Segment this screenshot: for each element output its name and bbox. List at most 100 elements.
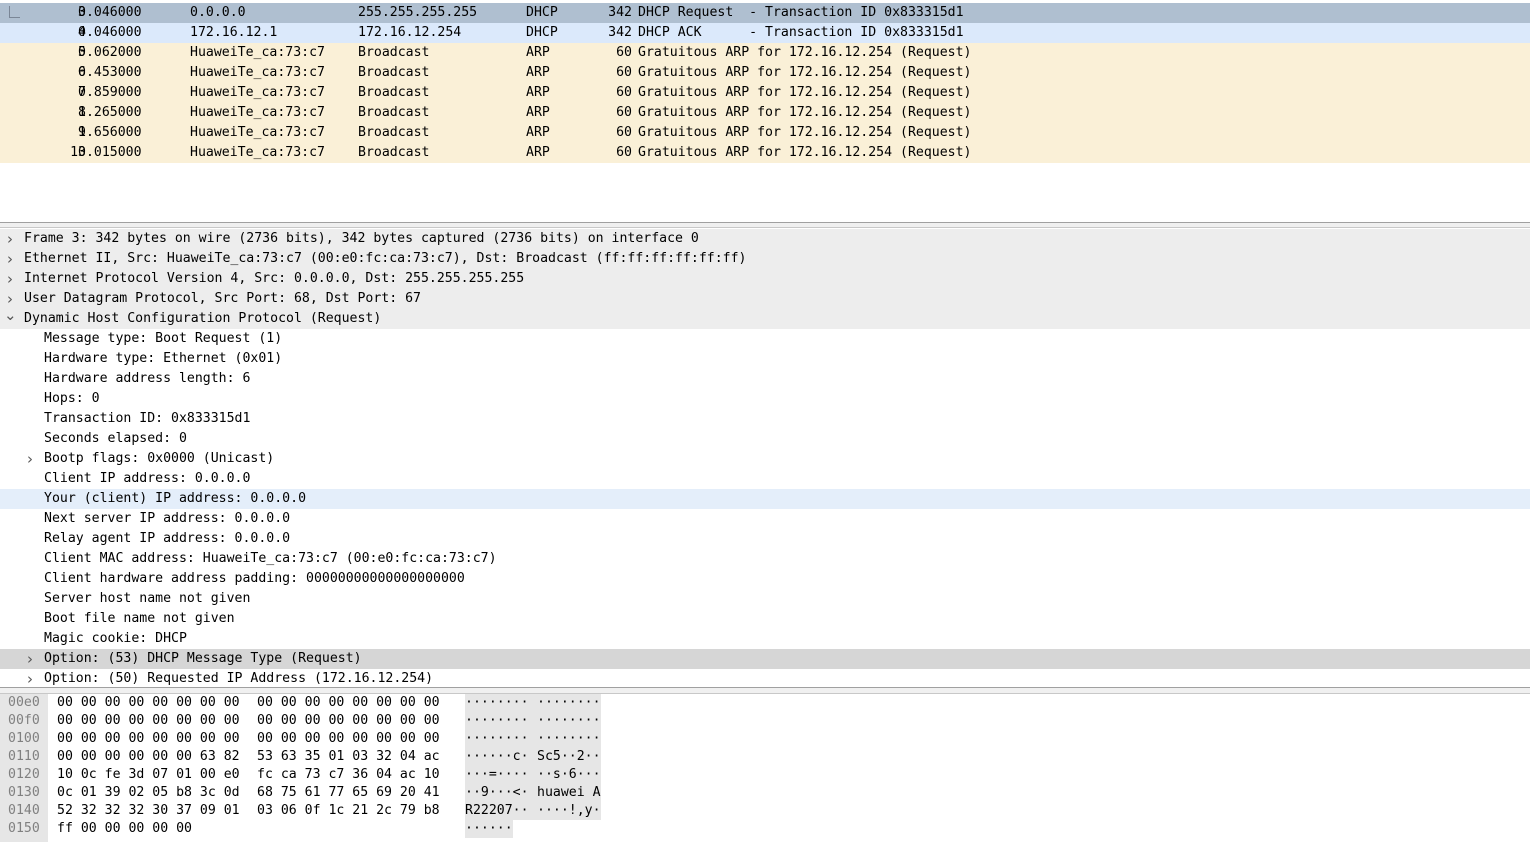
- packet-source: HuaweiTe_ca:73:c7: [190, 105, 325, 120]
- ascii-bytes: Sc5··2··: [537, 749, 601, 764]
- packet-row[interactable]: 8 1.265000 HuaweiTe_ca:73:c7 Broadcast ARP 60…: [0, 103, 1530, 123]
- packet-protocol: ARP: [526, 65, 550, 80]
- packet-bytes-pane[interactable]: 00e0 00 00 00 00 00 00 00 00 00 00 00 00 0…: [0, 694, 1530, 842]
- ascii-bytes: ··s·6···: [537, 767, 601, 782]
- packet-time: 0.046000: [78, 25, 142, 40]
- chevron-down-icon[interactable]: ⌄: [4, 305, 17, 325]
- packet-info: Gratuitous ARP for 172.16.12.254 (Reques…: [638, 65, 972, 80]
- tree-item-label: Ethernet II, Src: HuaweiTe_ca:73:c7 (00:…: [24, 251, 747, 266]
- tree-item[interactable]: › Internet Protocol Version 4, Src: 0.0.0…: [0, 269, 1530, 289]
- chevron-right-icon[interactable]: ›: [24, 669, 36, 687]
- related-packet-indicator-icon: [9, 6, 20, 18]
- hex-row[interactable]: 0100 00 00 00 00 00 00 00 00 00 00 00 00 0…: [0, 730, 1530, 748]
- packet-time: 3.015000: [78, 145, 142, 160]
- packet-protocol: DHCP: [526, 5, 558, 20]
- packet-list[interactable]: 3 0.046000 0.0.0.0 255.255.255.255 DHCP 342 DH…: [0, 0, 1530, 222]
- hex-row[interactable]: 0120 10 0c fe 3d 07 01 00 e0 fc ca 73 c7 3…: [0, 766, 1530, 784]
- packet-length: 60: [616, 125, 632, 140]
- hex-bytes: 53 63 35 01 03 32 04 ac: [257, 749, 440, 764]
- tree-item[interactable]: Client hardware address padding: 0000000…: [0, 569, 1530, 589]
- tree-item[interactable]: Seconds elapsed: 0: [0, 429, 1530, 449]
- tree-item-label: Hops: 0: [44, 391, 100, 406]
- packet-protocol: ARP: [526, 85, 550, 100]
- packet-number: 6: [78, 65, 86, 80]
- tree-item[interactable]: Client MAC address: HuaweiTe_ca:73:c7 (0…: [0, 549, 1530, 569]
- packet-row[interactable]: 5 0.062000 HuaweiTe_ca:73:c7 Broadcast ARP 60…: [0, 43, 1530, 63]
- tree-item[interactable]: › Option: (53) DHCP Message Type (Request…: [0, 649, 1530, 669]
- tree-item[interactable]: Client IP address: 0.0.0.0: [0, 469, 1530, 489]
- packet-destination: Broadcast: [358, 125, 430, 140]
- ascii-bytes: ····!,y·: [537, 803, 601, 818]
- packet-protocol: ARP: [526, 145, 550, 160]
- packet-details-tree[interactable]: › Frame 3: 342 bytes on wire (2736 bits),…: [0, 229, 1530, 687]
- chevron-right-icon[interactable]: ›: [4, 229, 16, 249]
- hex-row[interactable]: 0150 ff 00 00 00 00 00 ······: [0, 820, 1530, 838]
- hex-offset: 00e0: [8, 695, 40, 710]
- hex-offset: 00f0: [8, 713, 40, 728]
- chevron-right-icon[interactable]: ›: [4, 269, 16, 289]
- packet-number: 4: [78, 25, 86, 40]
- tree-item-label: Message type: Boot Request (1): [44, 331, 283, 346]
- packet-row[interactable]: 7 0.859000 HuaweiTe_ca:73:c7 Broadcast ARP 60…: [0, 83, 1530, 103]
- tree-item-label: Client MAC address: HuaweiTe_ca:73:c7 (0…: [44, 551, 497, 566]
- chevron-right-icon[interactable]: ›: [24, 449, 36, 469]
- packet-row[interactable]: 4 0.046000 172.16.12.1 172.16.12.254 DHCP 342…: [0, 23, 1530, 43]
- tree-item[interactable]: › User Datagram Protocol, Src Port: 68, D…: [0, 289, 1530, 309]
- tree-item[interactable]: Boot file name not given: [0, 609, 1530, 629]
- tree-item[interactable]: Transaction ID: 0x833315d1: [0, 409, 1530, 429]
- tree-item-label: Server host name not given: [44, 591, 251, 606]
- tree-item[interactable]: Relay agent IP address: 0.0.0.0: [0, 529, 1530, 549]
- packet-time: 0.062000: [78, 45, 142, 60]
- pane-splitter[interactable]: [0, 687, 1530, 694]
- tree-item-label: Seconds elapsed: 0: [44, 431, 187, 446]
- packet-source: HuaweiTe_ca:73:c7: [190, 45, 325, 60]
- tree-item-label: Next server IP address: 0.0.0.0: [44, 511, 291, 526]
- tree-item[interactable]: › Bootp flags: 0x0000 (Unicast): [0, 449, 1530, 469]
- packet-protocol: ARP: [526, 45, 550, 60]
- tree-item[interactable]: › Frame 3: 342 bytes on wire (2736 bits),…: [0, 229, 1530, 249]
- tree-item[interactable]: › Ethernet II, Src: HuaweiTe_ca:73:c7 (00…: [0, 249, 1530, 269]
- hex-row[interactable]: 0130 0c 01 39 02 05 b8 3c 0d 68 75 61 77 6…: [0, 784, 1530, 802]
- ascii-bytes: ········: [537, 731, 601, 746]
- packet-row[interactable]: 10 3.015000 HuaweiTe_ca:73:c7 Broadcast ARP 6…: [0, 143, 1530, 163]
- hex-row[interactable]: 0140 52 32 32 32 30 37 09 01 03 06 0f 1c 2…: [0, 802, 1530, 820]
- tree-item[interactable]: Hardware address length: 6: [0, 369, 1530, 389]
- chevron-right-icon[interactable]: ›: [4, 249, 16, 269]
- hex-bytes: 00 00 00 00 00 00 00 00: [257, 695, 440, 710]
- tree-item[interactable]: Hops: 0: [0, 389, 1530, 409]
- hex-offset: 0110: [8, 749, 40, 764]
- tree-item[interactable]: Server host name not given: [0, 589, 1530, 609]
- tree-item[interactable]: › Option: (50) Requested IP Address (172.…: [0, 669, 1530, 687]
- tree-item[interactable]: Hardware type: Ethernet (0x01): [0, 349, 1530, 369]
- hex-row[interactable]: 0110 00 00 00 00 00 00 63 82 53 63 35 01 0…: [0, 748, 1530, 766]
- packet-length: 60: [616, 45, 632, 60]
- packet-destination: 255.255.255.255: [358, 5, 478, 20]
- hex-offset: 0120: [8, 767, 40, 782]
- pane-splitter[interactable]: [0, 222, 1530, 228]
- hex-bytes: 00 00 00 00 00 00 63 82: [57, 749, 240, 764]
- ascii-bytes: ········: [537, 695, 601, 710]
- chevron-right-icon[interactable]: ›: [24, 649, 36, 669]
- tree-item[interactable]: Message type: Boot Request (1): [0, 329, 1530, 349]
- tree-item-label: Bootp flags: 0x0000 (Unicast): [44, 451, 275, 466]
- packet-row[interactable]: 3 0.046000 0.0.0.0 255.255.255.255 DHCP 342 DH…: [0, 3, 1530, 23]
- tree-item[interactable]: ⌄ Dynamic Host Configuration Protocol (Re…: [0, 306, 1530, 329]
- packet-number: 7: [78, 85, 86, 100]
- packet-number: 8: [78, 105, 86, 120]
- packet-row[interactable]: 9 1.656000 HuaweiTe_ca:73:c7 Broadcast ARP 60…: [0, 123, 1530, 143]
- hex-bytes: 00 00 00 00 00 00 00 00: [57, 695, 240, 710]
- ascii-bytes: ······: [465, 821, 513, 836]
- hex-row[interactable]: 00f0 00 00 00 00 00 00 00 00 00 00 00 00 0…: [0, 712, 1530, 730]
- packet-info: Gratuitous ARP for 172.16.12.254 (Reques…: [638, 85, 972, 100]
- hex-bytes: 00 00 00 00 00 00 00 00: [57, 731, 240, 746]
- tree-item[interactable]: Magic cookie: DHCP: [0, 629, 1530, 649]
- tree-item[interactable]: Your (client) IP address: 0.0.0.0: [0, 489, 1530, 509]
- tree-item[interactable]: Next server IP address: 0.0.0.0: [0, 509, 1530, 529]
- packet-source: HuaweiTe_ca:73:c7: [190, 65, 325, 80]
- tree-item-label: Option: (50) Requested IP Address (172.1…: [44, 671, 434, 686]
- ascii-bytes: ········: [465, 731, 529, 746]
- packet-row[interactable]: 6 0.453000 HuaweiTe_ca:73:c7 Broadcast ARP 60…: [0, 63, 1530, 83]
- hex-bytes: 0c 01 39 02 05 b8 3c 0d: [57, 785, 240, 800]
- packet-source: 0.0.0.0: [190, 5, 246, 20]
- hex-row[interactable]: 00e0 00 00 00 00 00 00 00 00 00 00 00 00 0…: [0, 694, 1530, 712]
